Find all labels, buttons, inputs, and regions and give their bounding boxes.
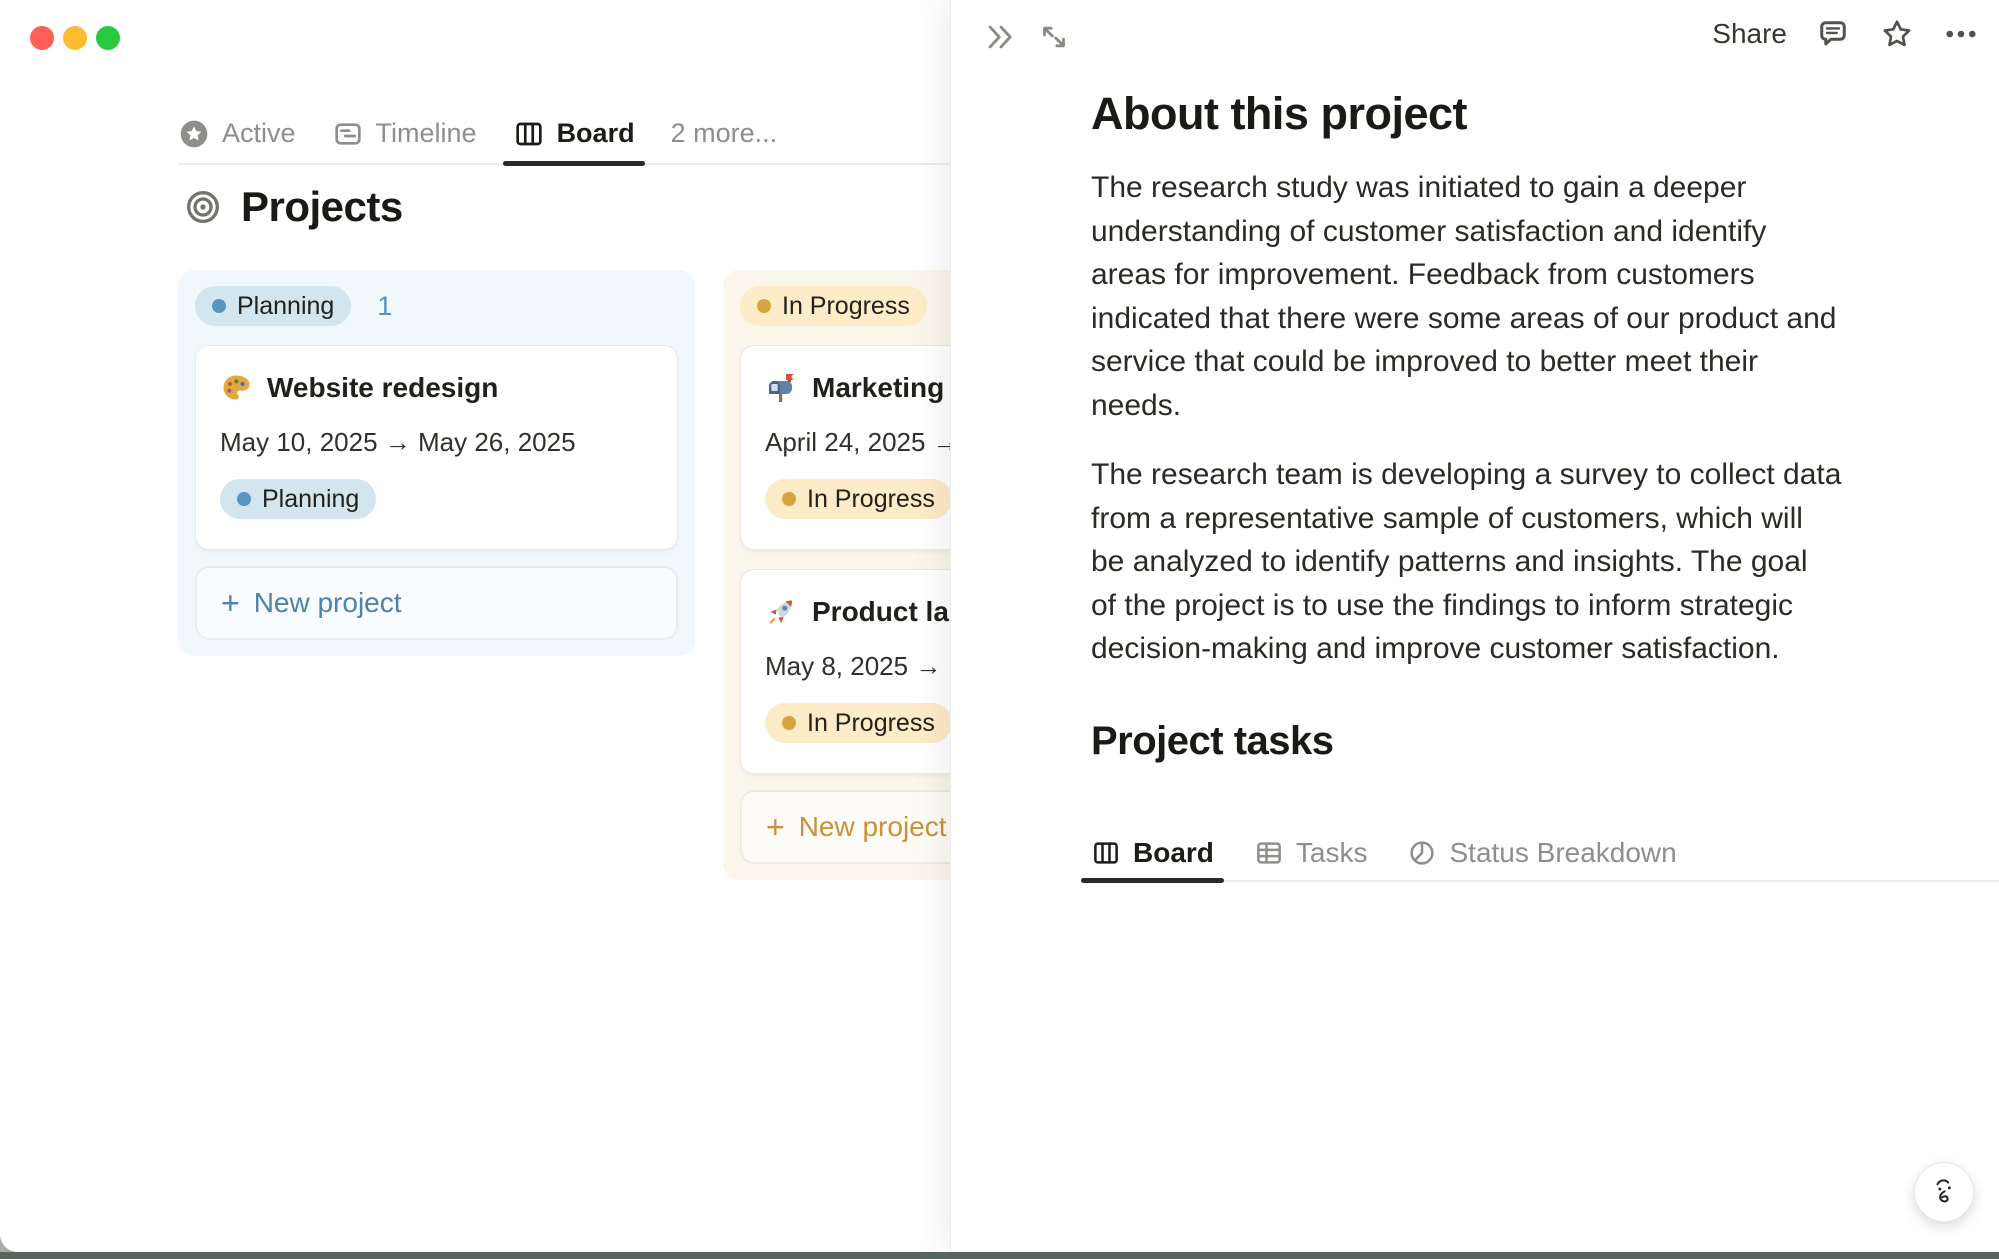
pie-chart-icon <box>1407 838 1437 868</box>
view-tab-board[interactable]: Board <box>513 104 635 163</box>
tasks-tab-label: Status Breakdown <box>1449 837 1676 869</box>
project-card-title: Website redesign <box>267 372 498 404</box>
notion-window: Active Timeline Board 2 more... Projects <box>0 0 1999 1252</box>
minimize-button[interactable] <box>63 26 87 50</box>
ai-face-icon <box>1925 1173 1963 1211</box>
text-line: areas for improvement. Feedback from cus… <box>1091 253 1901 297</box>
mailbox-emoji-icon <box>765 372 797 404</box>
view-tab-label: 2 more... <box>671 118 778 149</box>
plus-icon: + <box>766 811 785 843</box>
about-paragraph-1: The research study was initiated to gain… <box>1091 166 1901 427</box>
text-line: of the project is to use the findings to… <box>1091 584 1901 628</box>
status-pill[interactable]: In Progress <box>740 286 927 326</box>
status-pill-label: Planning <box>262 485 359 514</box>
zoom-button[interactable] <box>96 26 120 50</box>
view-tab-more[interactable]: 2 more... <box>671 104 778 163</box>
page-title: Projects <box>183 183 403 231</box>
status-pill-label: In Progress <box>782 292 910 321</box>
project-card-dates: May 10, 2025 → May 26, 2025 <box>220 427 653 458</box>
text-line: from a representative sample of customer… <box>1091 497 1901 541</box>
about-paragraph-2: The research team is developing a survey… <box>1091 453 1901 671</box>
close-peek-chevrons-icon[interactable] <box>983 20 1017 54</box>
text-line: service that could be improved to better… <box>1091 340 1901 384</box>
new-project-label: New project <box>254 587 402 619</box>
status-dot-icon <box>782 492 796 506</box>
status-pill[interactable]: In Progress <box>765 479 952 519</box>
column-header: Planning 1 <box>195 286 678 326</box>
notion-ai-button[interactable] <box>1914 1162 1974 1222</box>
palette-emoji-icon <box>220 372 252 404</box>
project-card[interactable]: Website redesign May 10, 2025 → May 26, … <box>195 345 678 550</box>
status-pill[interactable]: In Progress <box>765 703 952 743</box>
view-tab-active[interactable]: Active <box>178 104 296 163</box>
new-project-label: New project <box>799 811 947 843</box>
tasks-tab-status-breakdown[interactable]: Status Breakdown <box>1407 826 1676 880</box>
board-icon <box>1091 838 1121 868</box>
text-line: be analyzed to identify patterns and ins… <box>1091 540 1901 584</box>
status-dot-icon <box>782 716 796 730</box>
window-controls <box>30 26 120 50</box>
status-dot-icon <box>212 299 226 313</box>
tasks-tab-board[interactable]: Board <box>1091 826 1214 880</box>
main-page-pane: Active Timeline Board 2 more... Projects <box>0 0 950 1252</box>
text-line: The research team is developing a survey… <box>1091 453 1901 497</box>
tasks-tab-label: Tasks <box>1296 837 1368 869</box>
rocket-emoji-icon <box>765 596 797 628</box>
status-dot-icon <box>237 492 251 506</box>
star-badge-icon <box>178 118 210 150</box>
peek-toolbar-left <box>983 20 1071 54</box>
board-icon <box>513 118 545 150</box>
project-card-status: Planning <box>220 479 653 519</box>
view-tab-timeline[interactable]: Timeline <box>332 104 477 163</box>
database-view-tabs: Active Timeline Board 2 more... <box>178 104 950 165</box>
close-button[interactable] <box>30 26 54 50</box>
status-pill-label: In Progress <box>807 485 935 514</box>
project-tasks-heading: Project tasks <box>1091 719 1901 764</box>
tasks-view-tabs: Board Tasks Status Breakdown <box>1091 826 1999 882</box>
status-pill-label: Planning <box>237 292 334 321</box>
project-card-title: Product lau <box>812 596 966 628</box>
side-peek-panel: Share About this project The research st… <box>950 0 1999 1252</box>
column-planning: Planning 1 Website redesign May 10, 2025… <box>178 270 695 656</box>
text-line: decision-making and improve customer sat… <box>1091 627 1901 671</box>
view-tab-label: Active <box>222 118 296 149</box>
target-icon <box>183 187 223 227</box>
project-card-title: Marketing c <box>812 372 968 404</box>
view-tab-label: Board <box>557 118 635 149</box>
plus-icon: + <box>221 587 240 619</box>
text-line: indicated that there were some areas of … <box>1091 297 1901 341</box>
timeline-icon <box>332 118 364 150</box>
tasks-tab-table[interactable]: Tasks <box>1254 826 1368 880</box>
column-count: 1 <box>377 291 392 322</box>
table-icon <box>1254 838 1284 868</box>
status-pill[interactable]: Planning <box>220 479 376 519</box>
peek-document: About this project The research study wa… <box>1091 0 1901 764</box>
new-project-button[interactable]: + New project <box>195 566 678 640</box>
status-pill-label: In Progress <box>807 709 935 738</box>
expand-page-icon[interactable] <box>1037 20 1071 54</box>
project-card-title-row: Website redesign <box>220 372 653 404</box>
text-line: understanding of customer satisfaction a… <box>1091 210 1901 254</box>
view-tab-label: Timeline <box>376 118 477 149</box>
more-options-icon[interactable] <box>1943 16 1979 52</box>
status-pill[interactable]: Planning <box>195 286 351 326</box>
status-dot-icon <box>757 299 771 313</box>
about-heading: About this project <box>1091 88 1901 140</box>
text-line: The research study was initiated to gain… <box>1091 166 1901 210</box>
tasks-tab-label: Board <box>1133 837 1214 869</box>
text-line: needs. <box>1091 384 1901 428</box>
page-title-text: Projects <box>241 183 403 231</box>
desktop-bottom-edge <box>0 1252 1999 1259</box>
